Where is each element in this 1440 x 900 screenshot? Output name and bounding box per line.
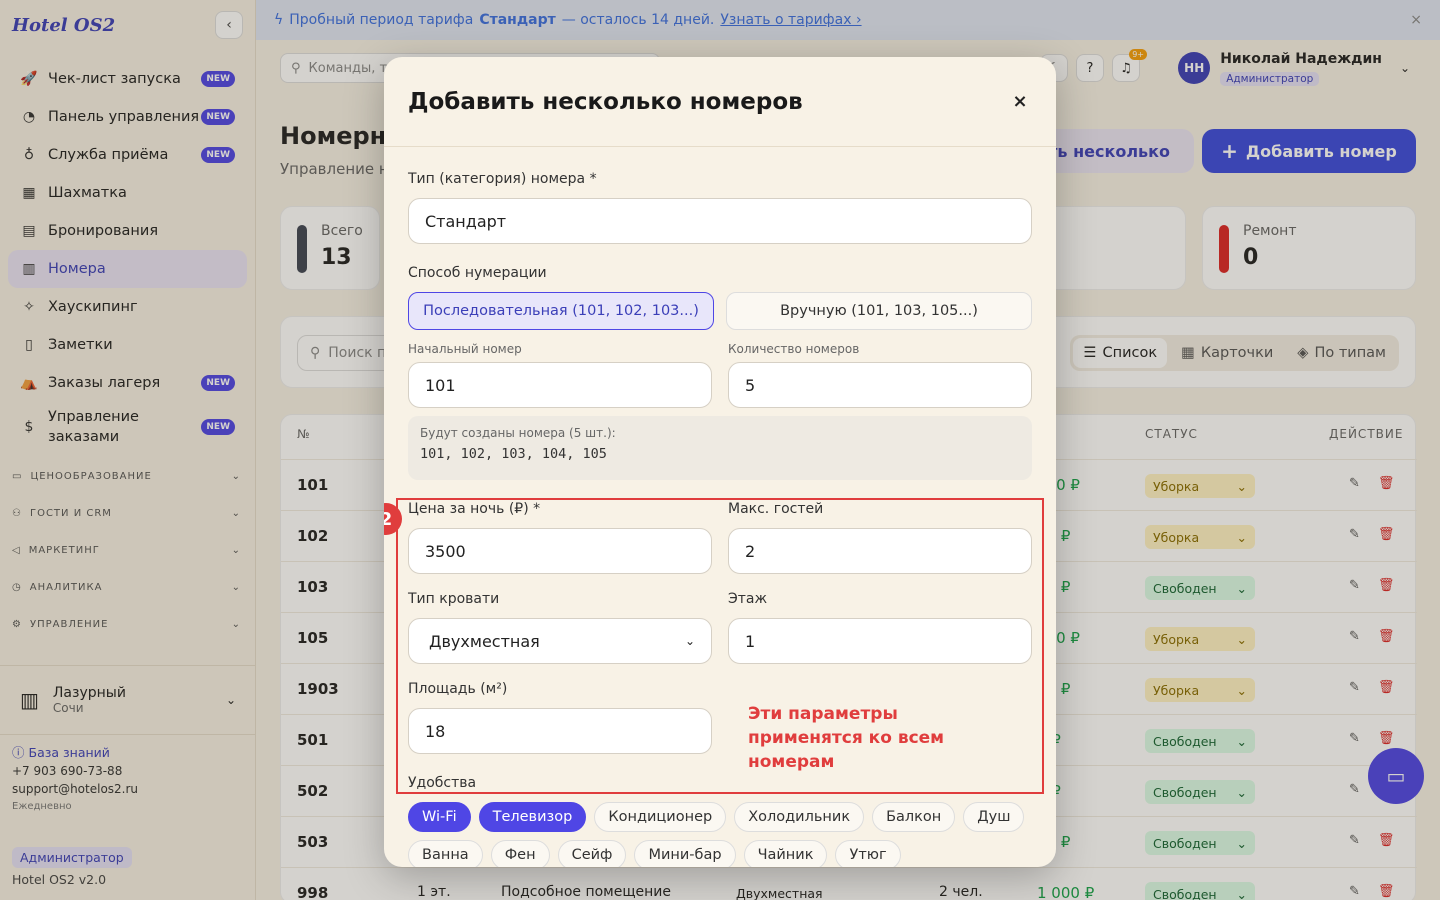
amenity-chip[interactable]: Балкон <box>872 802 956 832</box>
amenity-chip[interactable]: Чайник <box>743 840 828 867</box>
start-number-label: Начальный номер <box>408 342 522 356</box>
amenity-chip[interactable]: Телевизор <box>478 802 587 832</box>
add-multiple-rooms-modal: Добавить несколько номеров × Тип (катего… <box>384 57 1056 867</box>
numbers-preview: Будут созданы номера (5 шт.): 101, 102, … <box>408 416 1032 480</box>
room-type-label: Тип (категория) номера * <box>408 171 597 187</box>
amenity-chip[interactable]: Сейф <box>557 840 627 867</box>
amenity-chip[interactable]: Фен <box>490 840 550 867</box>
count-label: Количество номеров <box>728 342 860 356</box>
amenity-chip[interactable]: Кондиционер <box>594 802 727 832</box>
start-number-input[interactable]: 101 <box>408 362 712 408</box>
count-input[interactable]: 5 <box>728 362 1032 408</box>
amenity-chip[interactable]: Душ <box>963 802 1025 832</box>
room-type-value: Стандарт <box>425 211 507 231</box>
start-number-value: 101 <box>425 375 456 395</box>
amenity-chip[interactable]: Холодильник <box>734 802 865 832</box>
amenity-chip[interactable]: Утюг <box>835 840 901 867</box>
numbering-label: Способ нумерации <box>408 265 547 281</box>
preview-value: 101, 102, 103, 104, 105 <box>420 446 607 462</box>
count-value: 5 <box>745 375 756 395</box>
room-type-select[interactable]: Стандарт <box>408 198 1032 244</box>
preview-label: Будут созданы номера (5 шт.): <box>420 426 616 440</box>
amenity-chip[interactable]: Wi-Fi <box>408 802 471 832</box>
modal-title: Добавить несколько номеров <box>408 88 803 115</box>
numbering-sequential[interactable]: Последовательная (101, 102, 103...) <box>408 292 714 330</box>
step-marker: 2 <box>384 503 402 535</box>
amenity-chip[interactable]: Мини-бар <box>634 840 736 867</box>
close-icon[interactable]: × <box>1008 91 1032 112</box>
annotation-note: Эти параметры применятся ко всем номерам <box>748 704 945 772</box>
amenity-chip[interactable]: Ванна <box>408 840 483 867</box>
amenities-list: Wi-Fi Телевизор Кондиционер Холодильник Балк… <box>408 802 1038 867</box>
numbering-manual[interactable]: Вручную (101, 103, 105...) <box>726 292 1032 330</box>
modal-header: Добавить несколько номеров × <box>384 57 1056 147</box>
